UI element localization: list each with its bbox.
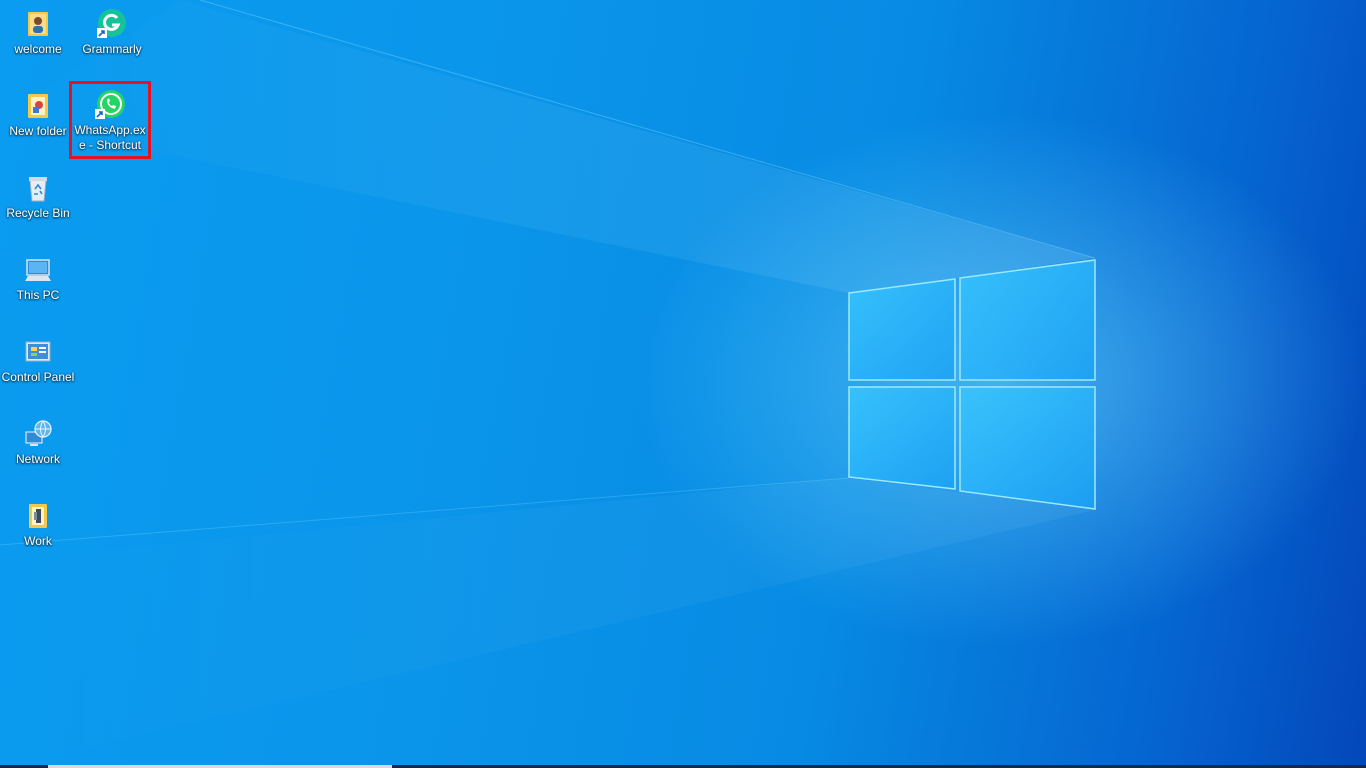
icon-label: New folder bbox=[9, 124, 67, 138]
recycle-bin-icon bbox=[22, 172, 54, 204]
folder-icon bbox=[22, 90, 54, 122]
icon-label: WhatsApp.exe - Shortcut bbox=[74, 123, 146, 152]
this-pc-icon[interactable]: This PC bbox=[0, 254, 76, 303]
whatsapp-shortcut-icon[interactable]: WhatsApp.exe - Shortcut bbox=[69, 81, 151, 159]
control-panel-icon bbox=[22, 336, 54, 368]
network-globe-icon bbox=[22, 418, 54, 450]
work-icon[interactable]: Work bbox=[0, 500, 76, 549]
icon-label: Recycle Bin bbox=[6, 206, 70, 220]
control-panel-icon[interactable]: Control Panel bbox=[0, 336, 76, 385]
user-folder-icon bbox=[22, 8, 54, 40]
recycle-bin-icon[interactable]: Recycle Bin bbox=[0, 172, 76, 221]
icon-label: Work bbox=[24, 534, 52, 548]
network-icon[interactable]: Network bbox=[0, 418, 76, 467]
computer-icon bbox=[22, 254, 54, 286]
icon-label: Grammarly bbox=[82, 42, 142, 56]
icon-label: This PC bbox=[16, 288, 60, 302]
icon-label: Control Panel bbox=[1, 370, 75, 384]
new-folder-icon[interactable]: New folder bbox=[0, 90, 76, 139]
grammarly-icon[interactable]: Grammarly bbox=[74, 8, 150, 57]
desktop-background[interactable]: welcome Grammarly New folder WhatsApp.ex… bbox=[0, 0, 1366, 768]
icon-label: welcome bbox=[14, 42, 62, 56]
icon-label: Network bbox=[15, 452, 60, 466]
folder-icon bbox=[22, 500, 54, 532]
grammarly-shortcut-icon bbox=[96, 8, 128, 40]
welcome-icon[interactable]: welcome bbox=[0, 8, 76, 57]
whatsapp-icon bbox=[94, 89, 126, 121]
windows-logo-wallpaper bbox=[0, 0, 1096, 768]
